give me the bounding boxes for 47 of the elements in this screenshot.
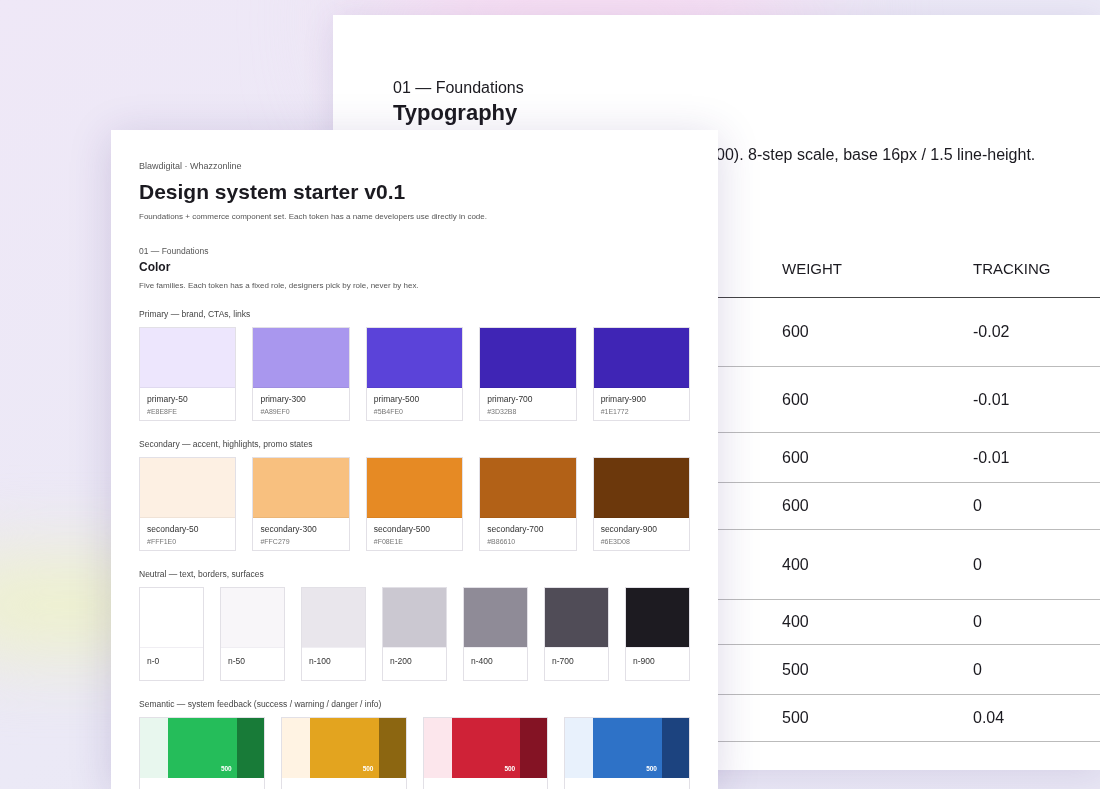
page-title: Design system starter v0.1 bbox=[139, 179, 407, 205]
table-cell-text: 0 bbox=[972, 554, 983, 575]
token-name: n-100 bbox=[309, 656, 332, 666]
table-cell-text: 400 bbox=[781, 612, 810, 632]
token-name: secondary-900 bbox=[600, 524, 658, 534]
section-label: 01 — Foundations bbox=[393, 78, 525, 98]
table-cell-text: 0.04 bbox=[972, 708, 1006, 728]
group-label: Semantic — system feedback (success / warning / danger / info) bbox=[139, 699, 383, 710]
token-name: n-200 bbox=[390, 656, 413, 666]
table-cell-text: 500 bbox=[781, 659, 810, 680]
column-header: TRACKING bbox=[972, 259, 1052, 280]
description: Foundations + commerce component set. Each token has a name developers use directly in code. bbox=[139, 211, 488, 222]
group-label: Primary — brand, CTAs, links bbox=[139, 309, 252, 320]
token-name: n-900 bbox=[633, 656, 656, 666]
token-name: secondary-50 bbox=[147, 524, 200, 534]
token-name: primary-50 bbox=[147, 394, 189, 404]
table-cell-text: 0 bbox=[972, 659, 983, 680]
token-name: n-50 bbox=[228, 656, 246, 666]
table-cell-text: 600 bbox=[781, 389, 810, 410]
description: Five families. Each token has a fixed role, designers pick by role, never by hex. bbox=[139, 280, 420, 291]
table-cell-text: 400 bbox=[781, 554, 810, 575]
section-label: 01 — Foundations bbox=[139, 246, 210, 257]
token-name: primary-500 bbox=[373, 394, 421, 404]
group-label: Secondary — accent, highlights, promo states bbox=[139, 439, 314, 450]
token-name: secondary-500 bbox=[373, 524, 432, 534]
table-cell-text: -0.02 bbox=[972, 322, 1011, 342]
column-header: WEIGHT bbox=[781, 259, 843, 280]
section-title: Typography bbox=[393, 101, 518, 125]
table-cell-text: -0.01 bbox=[972, 447, 1011, 468]
token-name: n-400 bbox=[471, 656, 494, 666]
breadcrumb: Blawdigital · Whazzonline bbox=[139, 160, 243, 172]
token-name: n-700 bbox=[552, 656, 575, 666]
table-cell-text: -0.01 bbox=[972, 389, 1011, 410]
table-cell-text: 600 bbox=[781, 322, 810, 342]
token-name: primary-300 bbox=[260, 394, 307, 404]
table-cell-text: 500 bbox=[781, 708, 810, 728]
table-cell-text: 600 bbox=[781, 496, 810, 516]
table-cell-text: 600 bbox=[781, 447, 810, 468]
section-title: Color bbox=[139, 260, 172, 275]
token-name: n-0 bbox=[147, 656, 161, 666]
token-name: primary-700 bbox=[487, 394, 534, 404]
table-cell-text: 0 bbox=[972, 612, 983, 632]
token-name: secondary-700 bbox=[487, 524, 545, 534]
group-label: Neutral — text, borders, surfaces bbox=[139, 569, 265, 580]
token-name: primary-900 bbox=[600, 394, 647, 404]
table-cell-text: 0 bbox=[972, 496, 983, 516]
token-name: secondary-300 bbox=[260, 524, 318, 534]
